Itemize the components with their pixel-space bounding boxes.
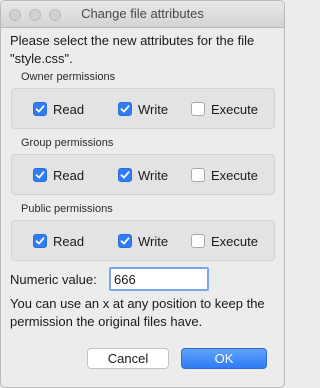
checkmark-icon	[33, 234, 47, 248]
public-read-label: Read	[53, 233, 85, 249]
group-execute-label: Execute	[211, 167, 258, 183]
ok-button[interactable]: OK	[181, 348, 267, 369]
hint-text: You can use an x at any position to keep…	[10, 296, 265, 329]
checkmark-icon	[33, 168, 47, 182]
checkmark-icon	[118, 102, 132, 116]
owner-permissions-group: Read Write Execute	[11, 88, 275, 129]
group-read-label: Read	[53, 167, 85, 183]
checkbox-icon	[191, 102, 205, 116]
group-execute-checkbox[interactable]: Execute	[191, 167, 258, 183]
public-write-label: Write	[138, 233, 169, 249]
group-permissions-label: Group permissions	[21, 137, 114, 149]
owner-write-label: Write	[138, 101, 169, 117]
owner-read-checkbox[interactable]: Read	[33, 101, 84, 117]
checkmark-icon	[33, 102, 47, 116]
title-bar: Change file attributes	[1, 1, 284, 28]
group-write-label: Write	[138, 167, 169, 183]
numeric-value-input[interactable]	[109, 267, 209, 291]
public-execute-label: Execute	[211, 233, 258, 249]
checkbox-icon	[191, 168, 205, 182]
public-write-checkbox[interactable]: Write	[118, 233, 168, 249]
checkbox-icon	[191, 234, 205, 248]
owner-permissions-label: Owner permissions	[21, 71, 116, 83]
owner-execute-checkbox[interactable]: Execute	[191, 101, 258, 117]
owner-write-checkbox[interactable]: Write	[118, 101, 168, 117]
public-permissions-group: Read Write Execute	[11, 220, 275, 261]
cancel-button[interactable]: Cancel	[87, 348, 169, 369]
public-read-checkbox[interactable]: Read	[33, 233, 84, 249]
numeric-value-label: Numeric value:	[10, 272, 97, 287]
owner-read-label: Read	[53, 101, 85, 117]
group-read-checkbox[interactable]: Read	[33, 167, 84, 183]
public-permissions-label: Public permissions	[21, 203, 113, 215]
window-title: Change file attributes	[81, 6, 204, 21]
owner-execute-label: Execute	[211, 101, 258, 117]
dialog-window: Change file attributes Please select the…	[0, 0, 285, 388]
group-write-checkbox[interactable]: Write	[118, 167, 168, 183]
intro-text: Please select the new attributes for the…	[10, 33, 255, 66]
checkmark-icon	[118, 168, 132, 182]
checkmark-icon	[118, 234, 132, 248]
public-execute-checkbox[interactable]: Execute	[191, 233, 258, 249]
group-permissions-group: Read Write Execute	[11, 154, 275, 195]
